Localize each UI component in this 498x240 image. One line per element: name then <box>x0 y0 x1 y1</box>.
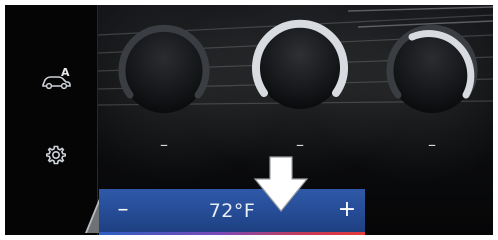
right-dial-label: – <box>428 135 436 154</box>
left-dial-label: – <box>160 135 168 154</box>
car-a-icon: A <box>42 67 71 90</box>
center-dial-label: – <box>296 135 304 154</box>
gear-icon <box>46 145 66 165</box>
temp-increase-button[interactable]: + <box>337 199 357 221</box>
svg-text:A: A <box>61 67 70 79</box>
right-dial[interactable] <box>378 17 486 125</box>
down-arrow-icon <box>253 156 309 212</box>
sidebar-item-auto-drive[interactable]: A <box>39 65 73 93</box>
infotainment-screen: A – – – – 72°F + <box>5 5 493 235</box>
temperature-gradient-strip <box>99 232 365 235</box>
left-dial[interactable] <box>110 17 218 125</box>
sidebar-item-settings[interactable] <box>39 141 73 169</box>
temperature-readout[interactable]: 72°F <box>99 200 365 222</box>
climate-bar: – 72°F + <box>99 189 365 233</box>
center-dial[interactable] <box>246 13 354 121</box>
